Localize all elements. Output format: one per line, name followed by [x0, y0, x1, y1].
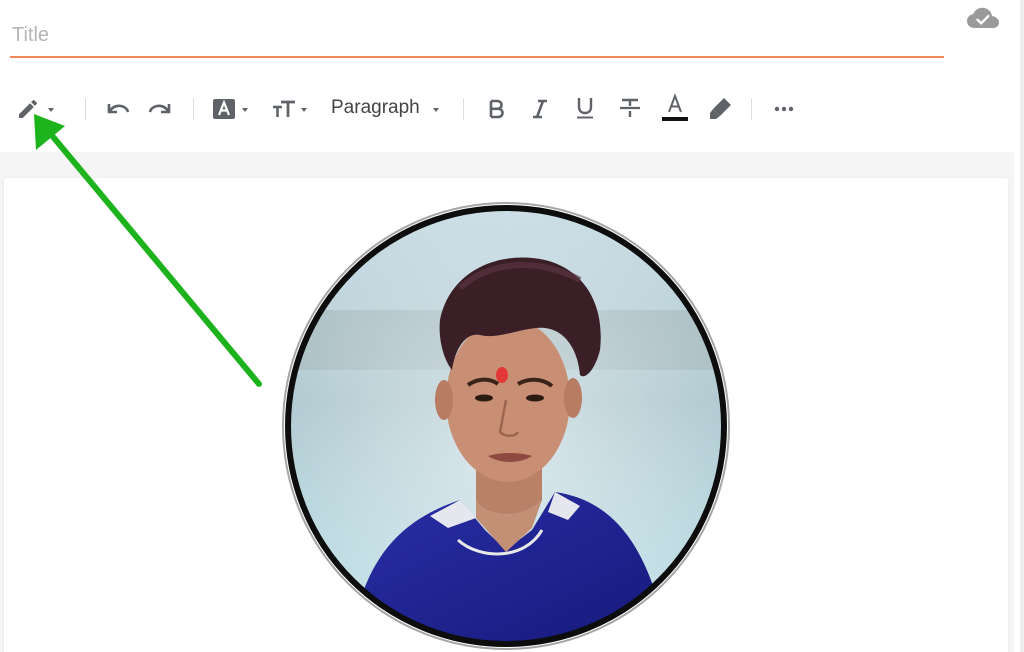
font-size-button[interactable]	[268, 94, 314, 124]
bold-icon	[488, 99, 504, 119]
compose-mode-button[interactable]	[12, 94, 58, 124]
toolbar-divider	[463, 98, 464, 120]
cloud-check-icon	[966, 6, 1000, 30]
underline-button[interactable]	[570, 92, 600, 124]
more-options-button[interactable]	[768, 94, 800, 124]
undo-icon	[104, 99, 130, 119]
chevron-down-icon	[301, 108, 307, 112]
profile-photo[interactable]	[280, 200, 732, 652]
chevron-down-icon	[433, 108, 439, 112]
text-size-icon	[271, 99, 299, 119]
redo-button[interactable]	[145, 94, 177, 124]
highlight-button[interactable]	[705, 92, 737, 124]
toolbar-divider	[85, 98, 86, 120]
text-color-button[interactable]	[659, 90, 691, 124]
title-field-container	[10, 14, 944, 58]
font-box-icon	[212, 98, 236, 120]
text-color-icon	[661, 92, 689, 122]
strikethrough-button[interactable]	[615, 92, 645, 124]
italic-button[interactable]	[525, 94, 555, 124]
font-style-button[interactable]	[208, 94, 254, 124]
title-input[interactable]	[10, 20, 914, 50]
paragraph-style-label: Paragraph	[331, 97, 420, 118]
pencil-icon	[16, 97, 40, 121]
chevron-down-icon	[242, 108, 248, 112]
more-horizontal-icon	[774, 106, 794, 112]
blog-post-editor: Paragraph	[0, 0, 1024, 652]
redo-icon	[148, 99, 174, 119]
bold-button[interactable]	[481, 94, 511, 124]
toolbar-divider	[751, 98, 752, 120]
chevron-down-icon	[48, 108, 54, 112]
formatting-toolbar: Paragraph	[0, 70, 1012, 150]
underline-icon	[576, 96, 594, 120]
highlighter-icon	[708, 95, 734, 121]
italic-icon	[532, 99, 548, 119]
toolbar-divider	[193, 98, 194, 120]
strikethrough-icon	[619, 96, 641, 120]
window-edge	[1020, 0, 1024, 652]
undo-button[interactable]	[101, 94, 133, 124]
